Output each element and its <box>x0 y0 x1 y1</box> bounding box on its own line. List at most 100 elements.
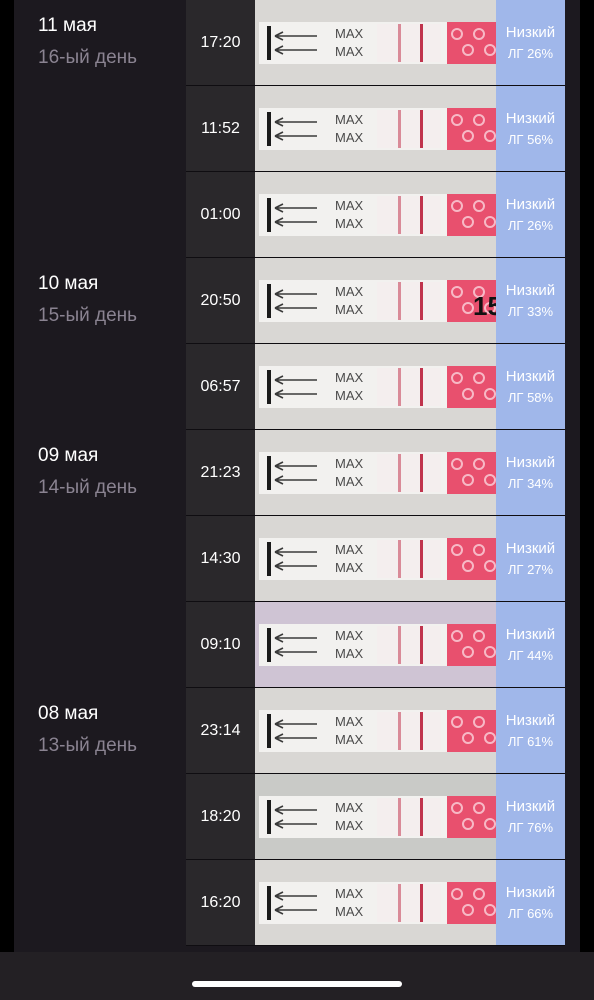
max-label: MAX <box>335 302 364 317</box>
lh-percentage: ЛГ 61% <box>507 733 554 749</box>
time-cell: 17:20 <box>186 0 255 85</box>
max-label: MAX <box>335 474 364 489</box>
test-time: 17:20 <box>200 33 241 51</box>
lh-percentage: ЛГ 58% <box>507 389 554 405</box>
test-time: 21:23 <box>200 463 241 481</box>
test-time: 20:50 <box>200 291 241 309</box>
test-entry-row[interactable]: 14:30 MAX MAX Низкий ЛГ 27% <box>186 516 565 602</box>
result-cell: Низкий ЛГ 27% <box>496 516 565 601</box>
lh-percentage: ЛГ 44% <box>507 647 554 663</box>
result-cell: Низкий ЛГ 26% <box>496 0 565 85</box>
test-strip-photo: MAX MAX <box>255 516 496 601</box>
max-label: MAX <box>335 216 364 231</box>
lh-percentage: ЛГ 76% <box>507 819 554 835</box>
cycle-day-label: 13-ый день <box>38 735 138 756</box>
max-label: MAX <box>335 714 364 729</box>
max-label: MAX <box>335 26 364 41</box>
lh-percentage: ЛГ 26% <box>507 217 554 233</box>
time-cell: 14:30 <box>186 516 255 601</box>
test-entry-row[interactable]: 16:20 MAX MAX Низкий ЛГ 66% <box>186 860 565 946</box>
max-label: MAX <box>335 904 364 919</box>
max-label: MAX <box>335 44 364 59</box>
test-time: 01:00 <box>200 205 241 223</box>
time-cell: 16:20 <box>186 860 255 945</box>
test-entry-row[interactable]: 09:10 MAX MAX Низкий ЛГ 44% <box>186 602 565 688</box>
test-strip-photo: MAX MAX <box>255 344 496 429</box>
max-label: MAX <box>335 800 364 815</box>
date-group-may-10: 10 мая 15-ый день <box>38 272 137 328</box>
result-level: Низкий <box>505 539 556 557</box>
result-level: Низкий <box>505 797 556 815</box>
test-entry-row[interactable]: 21:23 MAX MAX Низкий ЛГ 34% <box>186 430 565 516</box>
test-entry-row[interactable]: 18:20 MAX MAX Низкий ЛГ 76% <box>186 774 565 860</box>
test-entry-row[interactable]: 01:00 MAX MAX Низкий ЛГ 26% <box>186 172 565 258</box>
result-level: Низкий <box>505 711 556 729</box>
max-label: MAX <box>335 818 364 833</box>
time-cell: 11:52 <box>186 86 255 171</box>
max-label: MAX <box>335 370 364 385</box>
max-label: MAX <box>335 456 364 471</box>
bottom-bar <box>0 952 594 1000</box>
max-label: MAX <box>335 284 364 299</box>
max-label: MAX <box>335 732 364 747</box>
max-label: MAX <box>335 628 364 643</box>
cycle-day-label: 14-ый день <box>38 477 138 498</box>
lh-percentage: ЛГ 26% <box>507 45 554 61</box>
test-strip-photo: MAX MAX <box>255 602 496 687</box>
handwritten-marker: 15 <box>473 291 496 321</box>
date-label: 10 мая <box>38 273 99 294</box>
test-strip-photo: MAX MAX <box>255 860 496 945</box>
time-cell: 23:14 <box>186 688 255 773</box>
date-label: 09 мая <box>38 445 99 466</box>
test-strip-photo: MAX MAX <box>255 774 496 859</box>
date-label: 11 мая <box>38 15 97 36</box>
max-label: MAX <box>335 130 364 145</box>
result-cell: Низкий ЛГ 26% <box>496 172 565 257</box>
max-label: MAX <box>335 560 364 575</box>
test-strip-photo: MAX MAX 15 <box>255 258 496 343</box>
result-cell: Низкий ЛГ 58% <box>496 344 565 429</box>
test-time: 23:14 <box>200 721 241 739</box>
result-level: Низкий <box>505 23 556 41</box>
cycle-day-label: 16-ый день <box>38 47 138 68</box>
test-strip-photo: MAX MAX <box>255 172 496 257</box>
time-cell: 21:23 <box>186 430 255 515</box>
result-cell: Низкий ЛГ 44% <box>496 602 565 687</box>
max-label: MAX <box>335 542 364 557</box>
max-label: MAX <box>335 112 364 127</box>
lh-percentage: ЛГ 27% <box>507 561 554 577</box>
test-time: 09:10 <box>200 635 241 653</box>
test-entry-row[interactable]: 20:50 MAX MAX 15 Низкий ЛГ 33% <box>186 258 565 344</box>
test-entry-row[interactable]: 17:20 MAX MAX Низкий ЛГ 26% <box>186 0 565 86</box>
result-cell: Низкий ЛГ 66% <box>496 860 565 945</box>
result-level: Низкий <box>505 367 556 385</box>
time-cell: 01:00 <box>186 172 255 257</box>
test-entry-row[interactable]: 11:52 MAX MAX Низкий ЛГ 56% <box>186 86 565 172</box>
test-time: 14:30 <box>200 549 241 567</box>
result-level: Низкий <box>505 281 556 299</box>
test-entry-row[interactable]: 23:14 MAX MAX Низкий ЛГ 61% <box>186 688 565 774</box>
lh-percentage: ЛГ 33% <box>507 303 554 319</box>
time-cell: 09:10 <box>186 602 255 687</box>
result-level: Низкий <box>505 109 556 127</box>
lh-percentage: ЛГ 56% <box>507 131 554 147</box>
test-strip-photo: MAX MAX <box>255 86 496 171</box>
test-time: 11:52 <box>201 119 240 137</box>
date-group-may-11: 11 мая 16-ый день <box>38 14 137 70</box>
lh-test-history-screen: 11 мая 16-ый день 10 мая 15-ый день 09 м… <box>0 0 594 1000</box>
result-cell: Низкий ЛГ 34% <box>496 430 565 515</box>
date-label: 08 мая <box>38 703 99 724</box>
lh-percentage: ЛГ 34% <box>507 475 554 491</box>
result-level: Низкий <box>505 625 556 643</box>
test-time: 16:20 <box>200 893 241 911</box>
date-group-may-08: 08 мая 13-ый день <box>38 702 137 758</box>
cycle-day-label: 15-ый день <box>38 305 138 326</box>
test-entry-row[interactable]: 06:57 MAX MAX Низкий ЛГ 58% <box>186 344 565 430</box>
result-level: Низкий <box>505 453 556 471</box>
result-cell: Низкий ЛГ 33% <box>496 258 565 343</box>
max-label: MAX <box>335 886 364 901</box>
home-indicator[interactable] <box>192 981 402 987</box>
max-label: MAX <box>335 198 364 213</box>
date-group-may-09: 09 мая 14-ый день <box>38 444 137 500</box>
result-level: Низкий <box>505 883 556 901</box>
